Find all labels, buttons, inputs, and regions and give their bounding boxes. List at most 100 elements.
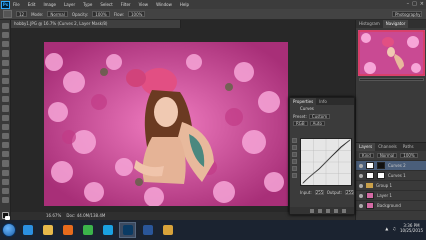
visibility-eye-icon[interactable] [359,203,363,208]
menu-filter[interactable]: Filter [121,2,131,7]
delete-adjustment-icon[interactable] [342,208,346,213]
layer-row[interactable]: Group 1 [356,181,426,191]
visibility-eye-icon[interactable] [359,173,363,178]
tab-layers[interactable]: Layers [356,143,376,151]
visibility-eye-icon[interactable] [359,183,363,188]
layer-name: Layer 1 [377,193,392,198]
clip-to-layer-icon[interactable] [310,208,314,213]
tab-navigator[interactable]: Navigator [382,20,409,28]
eraser-tool-icon[interactable] [1,114,9,121]
layer-row[interactable]: Background [356,201,426,211]
dodge-tool-icon[interactable] [1,142,9,149]
type-tool-icon[interactable] [1,160,9,167]
taskbar-app[interactable] [99,222,116,238]
document-tab[interactable]: hobby1.JPG @ 16.7% (Curves 2, Layer Mask… [11,20,181,28]
reset-icon[interactable] [326,208,330,213]
brush-size-field[interactable]: 12 [16,11,28,17]
tab-channels[interactable]: Channels [375,143,400,151]
layer-row[interactable]: Layer 1 [356,191,426,201]
layer-name: Group 1 [376,183,392,188]
workspace-select[interactable]: Photography [392,11,422,17]
minimize-icon[interactable]: – [407,1,410,7]
view-previous-icon[interactable] [318,208,322,213]
menu-type[interactable]: Type [83,2,92,7]
maximize-icon[interactable]: □ [412,1,417,7]
clock[interactable]: 3:36 PM 10/25/2015 [400,223,423,233]
preset-label: Preset: [293,114,307,119]
gradient-tool-icon[interactable] [1,123,9,130]
black-point-eyedropper-icon[interactable] [292,145,297,150]
opacity-field[interactable]: 100% [92,11,110,17]
tab-paths[interactable]: Paths [400,143,417,151]
input-field[interactable]: 255 [314,190,324,195]
history-brush-tool-icon[interactable] [1,105,9,112]
zoom-status[interactable]: 16.67% [46,213,61,218]
preset-select[interactable]: Custom [308,114,331,119]
navigator-preview[interactable] [358,30,425,76]
menu-view[interactable]: View [139,2,149,7]
close-icon[interactable]: × [420,1,424,7]
target-adjust-icon[interactable] [292,138,297,143]
auto-button[interactable]: Auto [309,121,325,126]
white-point-eyedropper-icon[interactable] [292,159,297,164]
pen-tool-icon[interactable] [1,151,9,158]
hand-tool-icon[interactable] [1,187,9,194]
menu-window[interactable]: Window [156,2,172,7]
taskbar-app[interactable] [39,222,56,238]
menu-file[interactable]: File [13,2,20,7]
start-button-icon[interactable] [2,223,16,237]
layer-row[interactable]: Curves 2 [356,161,426,171]
photoshop-icon [122,225,133,235]
menu-help[interactable]: Help [180,2,189,7]
tab-info[interactable]: Info [316,98,330,105]
layer-row[interactable]: Curves 1 [356,171,426,181]
layer-opacity-field[interactable]: 100% [400,153,418,158]
lasso-tool-icon[interactable] [1,41,9,48]
flow-label: Flow: [113,11,124,17]
taskbar-app[interactable] [59,222,76,238]
curve-graph[interactable] [300,138,352,186]
menu-image[interactable]: Image [43,2,56,7]
channel-select[interactable]: RGB [293,121,308,126]
zoom-tool-icon[interactable] [1,196,9,204]
word-icon [142,225,153,235]
network-icon[interactable]: ▲ [385,226,388,231]
volume-icon[interactable]: ♫ [392,226,396,231]
brush-tool-preset-icon[interactable] [3,10,12,18]
output-field[interactable]: 255 [344,190,354,195]
clone-tool-icon[interactable] [1,96,9,103]
tab-properties[interactable]: Properties [290,98,317,105]
healing-tool-icon[interactable] [1,77,9,85]
toggle-visibility-icon[interactable] [334,208,338,213]
visibility-eye-icon[interactable] [359,193,363,198]
marquee-tool-icon[interactable] [1,32,9,39]
pencil-curve-tool-icon[interactable] [292,173,297,178]
layer-kind-select[interactable]: Kind [359,153,374,158]
navigator-zoom-slider[interactable] [359,78,424,81]
taskbar-app[interactable] [19,222,36,238]
taskbar-app[interactable] [139,222,156,238]
taskbar-app[interactable] [79,222,96,238]
quick-select-tool-icon[interactable] [1,50,9,57]
brush-tool-icon[interactable] [1,87,9,94]
move-tool-icon[interactable] [1,23,9,30]
curve-point-tool-icon[interactable] [292,166,297,171]
flow-field[interactable]: 100% [127,11,146,17]
mode-select[interactable]: Normal [47,11,68,17]
menu-select[interactable]: Select [100,2,112,7]
image-canvas[interactable] [44,42,288,206]
tab-histogram[interactable]: Histogram [356,20,383,28]
gray-point-eyedropper-icon[interactable] [292,152,297,157]
shape-tool-icon[interactable] [1,178,9,185]
taskbar-app[interactable] [119,222,136,238]
eyedropper-tool-icon[interactable] [1,68,9,75]
path-select-tool-icon[interactable] [1,169,9,176]
blur-tool-icon[interactable] [1,132,9,140]
menu-edit[interactable]: Edit [28,2,36,7]
explorer-icon [42,225,53,235]
menu-layer[interactable]: Layer [64,2,75,7]
visibility-eye-icon[interactable] [359,163,363,168]
layer-blend-select[interactable]: Normal [376,153,398,158]
taskbar-app[interactable] [159,222,176,238]
crop-tool-icon[interactable] [1,59,9,66]
